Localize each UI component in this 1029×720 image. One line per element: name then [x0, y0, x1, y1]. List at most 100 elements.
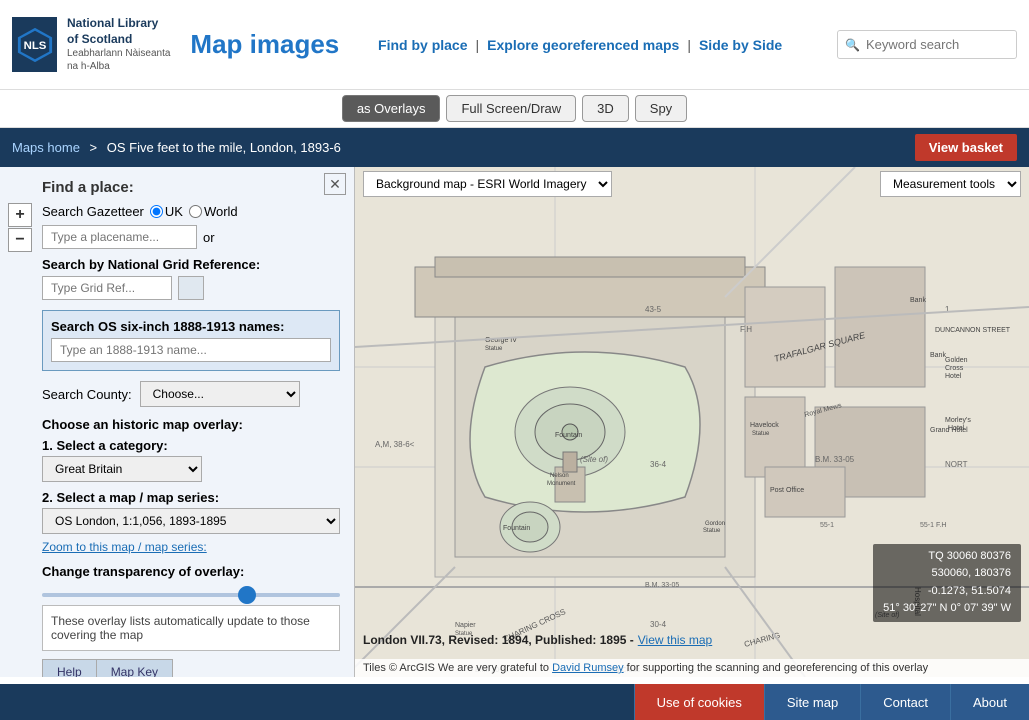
svg-text:Bank: Bank [930, 352, 946, 359]
measurement-select[interactable]: Measurement tools Distance Area [880, 171, 1021, 197]
svg-text:Monument: Monument [547, 481, 576, 487]
svg-text:Statue: Statue [752, 431, 770, 437]
placename-input[interactable] [42, 225, 197, 249]
tiles-text2: for supporting the scanning and georefer… [627, 662, 928, 674]
coords-box: TQ 30060 80376 530060, 180376 -0.1273, 5… [873, 544, 1021, 622]
maps-home-link[interactable]: Maps home [12, 140, 80, 155]
map-key-tab-btn[interactable]: Map Key [97, 659, 173, 677]
breadcrumb: Maps home > OS Five feet to the mile, Lo… [12, 140, 341, 155]
svg-text:Havelock: Havelock [750, 422, 779, 429]
svg-text:B.M. 33-05: B.M. 33-05 [645, 582, 679, 589]
grid-ref-label: Search by National Grid Reference: [42, 257, 340, 272]
about-btn[interactable]: About [950, 684, 1029, 720]
svg-text:Nelson: Nelson [550, 473, 569, 479]
side-by-side-link[interactable]: Side by Side [699, 37, 782, 53]
category-select[interactable]: Great Britain Ireland England Scotland W… [42, 456, 202, 482]
svg-text:B.M. 33-05: B.M. 33-05 [815, 455, 855, 464]
header: NLS National Libraryof Scotland Leabharl… [0, 0, 1029, 90]
map-info-text: London VII.73, Revised: 1894, Published:… [363, 633, 634, 647]
search-gaz-row: Search Gazetteer UK World [42, 204, 340, 219]
tiles-bar: Tiles © ArcGIS We are very grateful to D… [355, 659, 1029, 677]
fullscreen-draw-btn[interactable]: Full Screen/Draw [446, 95, 576, 122]
zoom-in-btn[interactable]: + [8, 203, 32, 227]
nav-links: Find by place | Explore georeferenced ma… [339, 37, 821, 53]
svg-text:Statue: Statue [485, 346, 503, 352]
svg-text:Golden: Golden [945, 357, 968, 364]
search-icon-wrap: 🔍 [837, 30, 1017, 59]
search-gaz-label: Search Gazetteer [42, 204, 144, 219]
zoom-link[interactable]: Zoom to this map / map series: [42, 540, 340, 554]
help-tab-btn[interactable]: Help [42, 659, 97, 677]
panel-inner: Find a place: Search Gazetteer UK World … [42, 179, 340, 677]
svg-text:43-5: 43-5 [645, 305, 662, 314]
county-label: Search County: [42, 387, 132, 402]
grid-ref-input[interactable] [42, 276, 172, 300]
site-map-btn[interactable]: Site map [764, 684, 860, 720]
view-this-map-link[interactable]: View this map [638, 633, 712, 647]
view-basket-btn[interactable]: View basket [915, 134, 1017, 161]
svg-text:NORT: NORT [945, 460, 968, 469]
find-by-place-link[interactable]: Find by place [378, 37, 467, 53]
logo-box: NLS [12, 17, 57, 72]
nav-sep2: | [687, 37, 691, 53]
svg-text:30-4: 30-4 [650, 620, 667, 629]
map-area: TRAFALGAR SQUARE Royal Mews Fountain Fou… [355, 167, 1029, 677]
tq-coord: TQ 30060 80376 [883, 548, 1011, 566]
breadcrumb-current: OS Five feet to the mile, London, 1893-6 [107, 140, 341, 155]
footer: Use of cookies Site map Contact About [0, 684, 1029, 720]
contact-btn[interactable]: Contact [860, 684, 950, 720]
map-series-label: 2. Select a map / map series: [42, 490, 340, 505]
david-rumsey-link[interactable]: David Rumsey [552, 662, 624, 674]
svg-text:Post Office: Post Office [770, 487, 804, 494]
radio-uk-label[interactable]: UK [150, 204, 183, 219]
logo-area: NLS National Libraryof Scotland Leabharl… [12, 16, 339, 73]
map-top-bar: Background map - ESRI World Imagery Back… [355, 167, 1029, 201]
grid-ref-go-btn[interactable] [178, 276, 204, 300]
county-row: Search County: Choose... Bedfordshire Lo… [42, 381, 340, 407]
map-series-select[interactable]: OS London, 1:1,056, 1893-1895 OS London,… [42, 508, 340, 534]
breadcrumb-bar: Maps home > OS Five feet to the mile, Lo… [0, 128, 1029, 167]
radio-uk[interactable] [150, 205, 163, 218]
svg-text:DUNCANNON STREET: DUNCANNON STREET [935, 327, 1011, 334]
lon-coord: -0.1273, 51.5074 [883, 583, 1011, 601]
svg-text:Bank: Bank [910, 297, 926, 304]
transparency-slider[interactable] [42, 593, 340, 597]
org-name-gaelic: Leabharlann Nàiseantana h-Alba [67, 47, 170, 73]
county-select[interactable]: Choose... Bedfordshire London [140, 381, 300, 407]
left-panel: + − ✕ Find a place: Search Gazetteer UK … [0, 167, 355, 677]
radio-world-label[interactable]: World [189, 204, 238, 219]
view-buttons-row: as Overlays Full Screen/Draw 3D Spy [0, 90, 1029, 128]
overlay-view-btn[interactable]: as Overlays [342, 95, 441, 122]
svg-text:55-1 F.H: 55-1 F.H [920, 522, 946, 529]
svg-text:55-1: 55-1 [820, 522, 834, 529]
os-search-input[interactable] [51, 338, 331, 362]
dms-coord: 51° 30' 27" N 0° 07' 39" W [883, 600, 1011, 618]
3d-view-btn[interactable]: 3D [582, 95, 629, 122]
bg-map-select[interactable]: Background map - ESRI World Imagery Back… [363, 171, 612, 197]
overlay-section: Choose an historic map overlay: 1. Selec… [42, 417, 340, 651]
transparency-label: Change transparency of overlay: [42, 564, 340, 579]
svg-text:Hotel: Hotel [945, 373, 962, 380]
find-place-label: Find a place: [42, 179, 340, 196]
zoom-out-btn[interactable]: − [8, 228, 32, 252]
keyword-search-input[interactable] [837, 30, 1017, 59]
org-name: National Libraryof Scotland [67, 16, 170, 47]
svg-text:Fountain: Fountain [555, 432, 582, 439]
svg-text:36-4: 36-4 [650, 460, 667, 469]
placename-row: or [42, 225, 340, 249]
svg-text:(Site of): (Site of) [580, 455, 608, 464]
cookies-btn[interactable]: Use of cookies [634, 684, 764, 720]
svg-text:Napier: Napier [455, 622, 476, 629]
svg-text:Gordon: Gordon [705, 521, 725, 527]
grid-ref-row [42, 276, 340, 300]
radio-world[interactable] [189, 205, 202, 218]
svg-text:F.H: F.H [740, 325, 752, 334]
close-panel-btn[interactable]: ✕ [324, 173, 346, 195]
search-icon: 🔍 [845, 38, 860, 52]
spy-view-btn[interactable]: Spy [635, 95, 687, 122]
svg-text:A,M, 38-6<: A,M, 38-6< [375, 440, 415, 449]
explore-link[interactable]: Explore georeferenced maps [487, 37, 679, 53]
os-search-box: Search OS six-inch 1888-1913 names: [42, 310, 340, 371]
search-box-area: 🔍 [837, 30, 1017, 59]
cat-label: 1. Select a category: [42, 438, 340, 453]
